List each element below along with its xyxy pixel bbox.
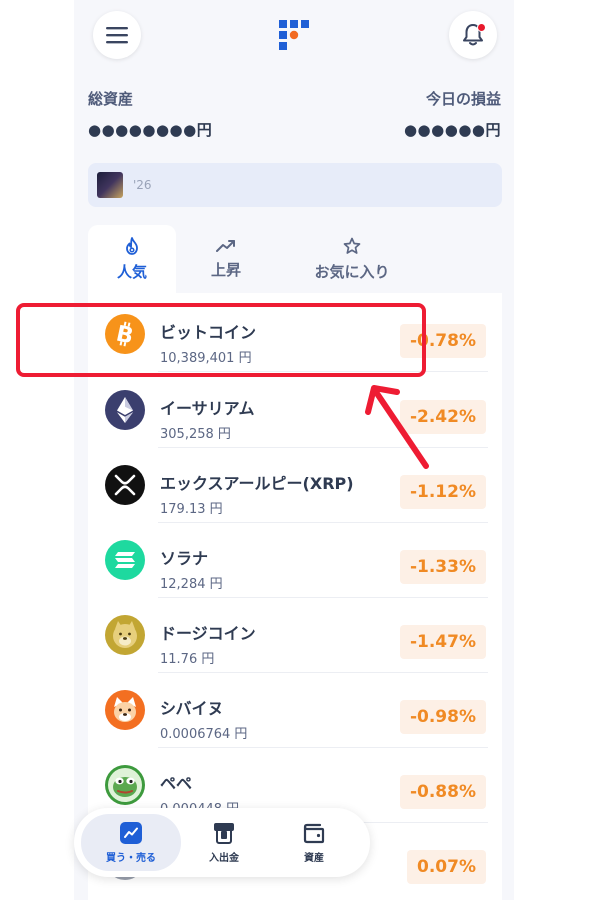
wallet-icon <box>303 823 325 843</box>
total-assets-label: 総資産 <box>88 90 134 108</box>
left-margin <box>0 0 74 900</box>
ethereum-icon <box>105 390 145 430</box>
coin-change: -1.12% <box>399 475 486 509</box>
coin-name: ペペ <box>160 774 193 793</box>
bottom-navigation: 買う・売る 入出金 資産 <box>74 808 370 877</box>
coin-row-dogecoin[interactable]: ドージコイン 11.76 円 -1.47% <box>88 598 502 673</box>
coin-change: -0.88% <box>399 775 486 809</box>
coin-change: -1.47% <box>399 625 486 659</box>
coin-change: -0.98% <box>399 700 486 734</box>
brand-logo <box>279 20 309 50</box>
total-assets-value: ●●●●●●●●円 <box>88 121 213 139</box>
daily-pl-value: ●●●●●●円 <box>403 121 501 139</box>
nav-buy-sell[interactable]: 買う・売る <box>81 814 181 871</box>
tab-rising[interactable]: 上昇 <box>186 225 266 293</box>
tab-popular-label: 人気 <box>116 262 147 281</box>
trending-up-icon <box>216 239 235 252</box>
tab-favorites[interactable]: お気に入り <box>292 225 412 293</box>
coin-row-shiba-inu[interactable]: シバイヌ 0.0006764 円 -0.98% <box>88 673 502 748</box>
tab-popular[interactable]: 人気 <box>88 225 176 293</box>
coin-change: 0.07% <box>407 850 486 884</box>
highlight-box <box>16 303 426 377</box>
coin-price: 305,258 円 <box>160 427 231 442</box>
nav-buy-sell-label: 買う・売る <box>106 852 156 864</box>
menu-button[interactable] <box>93 11 141 59</box>
shiba-inu-icon <box>105 690 145 730</box>
chart-trend-icon <box>120 821 142 844</box>
coin-price: 12,284 円 <box>160 577 223 592</box>
solana-icon <box>105 540 145 580</box>
annotation-arrow-icon <box>365 385 429 469</box>
coin-name: ソラナ <box>160 549 209 568</box>
coin-row-solana[interactable]: ソラナ 12,284 円 -1.33% <box>88 523 502 598</box>
coin-name: イーサリアム <box>160 399 255 418</box>
xrp-icon <box>105 465 145 505</box>
coin-price: 0.0006764 円 <box>160 727 248 742</box>
nav-deposit-withdraw-label: 入出金 <box>209 852 239 864</box>
banner-text: '26 <box>133 178 152 192</box>
app-screen: 総資産 ●●●●●●●●円 今日の損益 ●●●●●●円 '26 人気 上昇 お気… <box>74 0 514 900</box>
coin-name: エックスアールピー(XRP) <box>160 474 354 493</box>
banner-thumbnail <box>97 172 123 198</box>
coin-price: 179.13 円 <box>160 502 223 517</box>
tab-favorites-label: お気に入り <box>314 262 390 281</box>
coin-name: ドージコイン <box>160 624 256 643</box>
atm-icon <box>214 822 234 844</box>
nav-assets-label: 資産 <box>304 852 324 864</box>
coin-change: -1.33% <box>399 550 486 584</box>
coin-price: 11.76 円 <box>160 652 215 667</box>
coin-name: シバイヌ <box>160 699 224 718</box>
right-margin <box>514 0 592 900</box>
nav-assets[interactable]: 資産 <box>264 814 364 871</box>
star-icon <box>343 237 361 254</box>
pepe-icon <box>105 765 145 805</box>
notification-button[interactable] <box>449 11 497 59</box>
notification-badge <box>477 23 486 32</box>
tab-rising-label: 上昇 <box>210 260 241 279</box>
daily-pl-label: 今日の損益 <box>425 90 501 108</box>
flame-icon <box>126 236 138 255</box>
hamburger-icon <box>106 27 128 44</box>
promo-banner[interactable]: '26 <box>88 163 502 207</box>
nav-deposit-withdraw[interactable]: 入出金 <box>174 814 274 871</box>
dogecoin-icon <box>105 615 145 655</box>
